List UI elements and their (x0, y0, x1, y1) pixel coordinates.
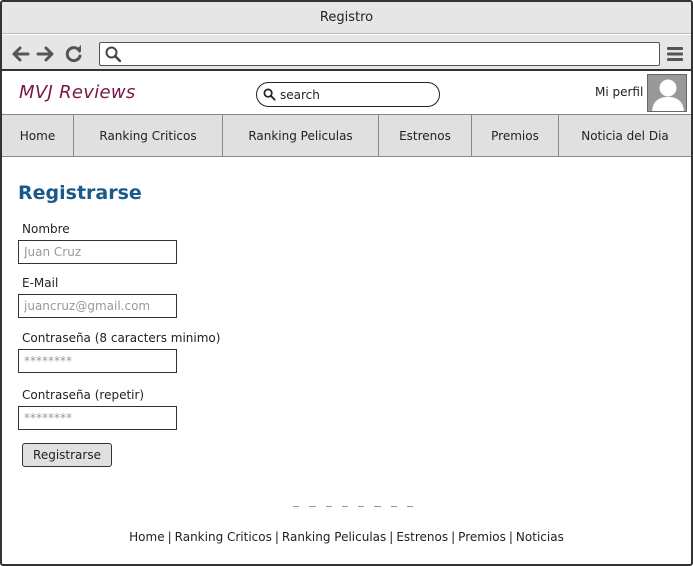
site-logo[interactable]: MVJ Reviews (19, 82, 136, 103)
footer-link-premios[interactable]: Premios (458, 530, 506, 544)
password-label: Contraseña (8 caracters minimo) (22, 331, 221, 345)
footer-separator: | (389, 530, 394, 544)
name-field[interactable] (18, 240, 177, 264)
search-icon (105, 46, 121, 62)
nav-item-premios[interactable]: Premios (472, 115, 559, 156)
password-repeat-field[interactable] (18, 406, 177, 430)
page-title: Registrarse (18, 182, 142, 204)
url-bar[interactable] (99, 42, 660, 66)
password-field[interactable] (18, 349, 177, 373)
profile-link[interactable]: Mi perfil (595, 85, 643, 99)
nav-item-home[interactable]: Home (2, 115, 74, 156)
footer-link-noticias[interactable]: Noticias (516, 530, 564, 544)
search-icon (263, 88, 276, 101)
footer-divider (293, 506, 413, 508)
nav-item-ranking-peliculas[interactable]: Ranking Peliculas (223, 115, 379, 156)
footer-separator: | (508, 530, 513, 544)
name-label: Nombre (22, 222, 70, 236)
footer-link-ranking-peliculas[interactable]: Ranking Peliculas (282, 530, 386, 544)
forward-button[interactable] (35, 44, 55, 64)
reload-button[interactable] (64, 44, 84, 64)
registration-form: Registrarse Nombre E-Mail Contraseña (8 … (18, 182, 220, 467)
email-label: E-Mail (22, 276, 59, 290)
browser-toolbar (2, 35, 691, 71)
back-button[interactable] (11, 44, 31, 64)
email-field[interactable] (18, 294, 177, 318)
register-button[interactable]: Registrarse (22, 443, 112, 467)
footer-link-home[interactable]: Home (129, 530, 164, 544)
window-title: Registro (319, 10, 374, 25)
footer-link-estrenos[interactable]: Estrenos (396, 530, 448, 544)
nav-item-estrenos[interactable]: Estrenos (379, 115, 472, 156)
site-header: MVJ Reviews Mi perfil (2, 73, 691, 115)
main-nav: Home Ranking Criticos Ranking Peliculas … (2, 114, 691, 157)
nav-item-noticia-del-dia[interactable]: Noticia del Dia (559, 115, 691, 156)
footer-separator: | (274, 530, 279, 544)
site-search-box[interactable] (256, 82, 440, 107)
footer-separator: | (451, 530, 456, 544)
arrow-right-icon (36, 46, 54, 62)
browser-menu-button[interactable] (666, 45, 684, 63)
window-titlebar: Registro (2, 2, 691, 34)
browser-window: Registro MVJ Reviews search Mi perfil Ho… (0, 0, 693, 566)
footer-separator: | (167, 530, 172, 544)
arrow-left-icon (12, 46, 30, 62)
password-repeat-label: Contraseña (repetir) (22, 388, 145, 402)
site-search-input[interactable] (280, 87, 430, 102)
reload-icon (65, 45, 82, 63)
footer-link-ranking-criticos[interactable]: Ranking Criticos (175, 530, 272, 544)
hamburger-menu-icon (667, 47, 683, 61)
user-avatar[interactable] (647, 74, 687, 112)
user-avatar-icon (652, 79, 684, 111)
nav-item-ranking-criticos[interactable]: Ranking Criticos (74, 115, 223, 156)
footer-nav: Home | Ranking Criticos | Ranking Peliculas |… (2, 530, 691, 544)
